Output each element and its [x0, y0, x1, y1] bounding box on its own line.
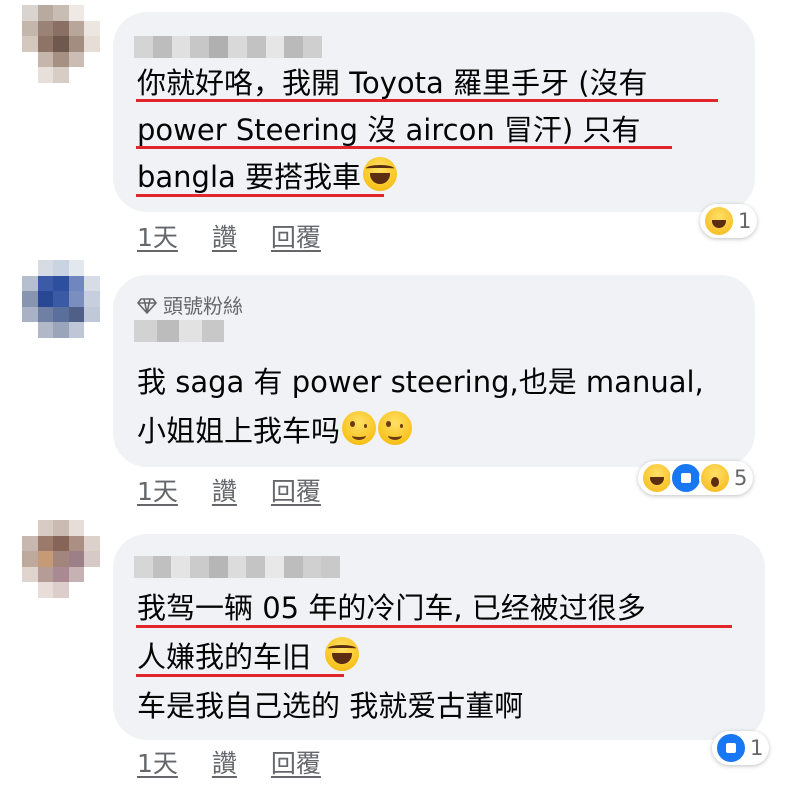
comment-text-segment: 人嫌我的车旧: [137, 640, 312, 674]
reaction-summary[interactable]: 5: [638, 461, 754, 495]
comment-author[interactable]: [134, 320, 224, 342]
like-icon: [670, 462, 702, 494]
comment-text-segment: 小姐姐上我车吗: [137, 414, 341, 448]
comment-actions: 1天 讚 回覆: [137, 744, 321, 780]
text-underline: [136, 194, 384, 197]
text-underline: [136, 146, 672, 149]
reaction-summary[interactable]: 1: [712, 731, 770, 765]
comment-actions: 1天 讚 回覆: [137, 472, 321, 508]
diamond-icon: [137, 297, 157, 314]
comment-text-line: 车是我自己选的 我就爱古董啊: [137, 689, 524, 723]
avatar[interactable]: [22, 520, 100, 598]
text-underline: [136, 99, 718, 102]
haha-icon: [703, 205, 735, 237]
laughing-emoji-icon: [325, 637, 360, 671]
winking-emoji-icon: [378, 411, 413, 445]
like-icon: [715, 732, 747, 764]
text-underline: [136, 674, 344, 677]
reaction-count: 1: [738, 209, 752, 233]
avatar[interactable]: [22, 5, 100, 83]
wow-icon: [699, 462, 731, 494]
reaction-summary[interactable]: 1: [700, 204, 758, 238]
reaction-count: 5: [734, 466, 748, 490]
comment-actions: 1天 讚 回覆: [137, 218, 321, 254]
reaction-count: 1: [750, 736, 764, 760]
reply-button[interactable]: 回覆: [271, 472, 321, 508]
comment-text-segment: bangla 要搭我車: [137, 160, 362, 194]
timestamp[interactable]: 1天: [137, 744, 178, 780]
like-button[interactable]: 讚: [212, 218, 237, 254]
like-button[interactable]: 讚: [212, 744, 237, 780]
timestamp[interactable]: 1天: [137, 218, 178, 254]
text-underline: [136, 625, 732, 628]
comment-text-line: 小姐姐上我车吗: [137, 406, 413, 456]
reply-button[interactable]: 回覆: [271, 218, 321, 254]
winking-emoji-icon: [342, 411, 377, 445]
reply-button[interactable]: 回覆: [271, 744, 321, 780]
haha-icon: [641, 462, 673, 494]
like-button[interactable]: 讚: [212, 472, 237, 508]
avatar[interactable]: [22, 260, 100, 338]
comment-author[interactable]: [134, 36, 322, 58]
comment-author[interactable]: [134, 556, 341, 578]
comment-text-line: 我 saga 有 power steering,也是 manual,: [137, 365, 704, 399]
badge-label: 頭號粉絲: [163, 294, 243, 318]
top-fan-badge[interactable]: 頭號粉絲: [137, 290, 243, 319]
timestamp[interactable]: 1天: [137, 472, 178, 508]
laughing-emoji-icon: [363, 157, 398, 191]
